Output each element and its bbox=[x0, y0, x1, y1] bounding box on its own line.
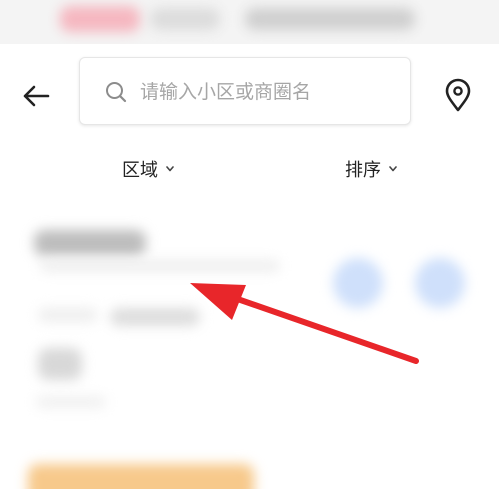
search-icon bbox=[106, 82, 127, 103]
blurred-grey-blob bbox=[150, 8, 220, 30]
blurred-blue-button bbox=[415, 258, 465, 308]
filter-region-label: 区域 bbox=[122, 160, 158, 181]
location-button[interactable] bbox=[441, 78, 475, 114]
blurred-text-line bbox=[38, 308, 98, 322]
blurred-header-strip bbox=[0, 0, 499, 44]
location-pin-icon bbox=[445, 78, 471, 112]
filter-bar: 区域 排序 bbox=[0, 148, 499, 190]
back-button[interactable] bbox=[18, 78, 54, 114]
filter-sort[interactable]: 排序 bbox=[345, 155, 397, 183]
filter-sort-label: 排序 bbox=[345, 160, 381, 181]
blurred-text-line bbox=[36, 396, 106, 408]
blurred-result-list bbox=[0, 196, 499, 489]
blurred-text-line bbox=[110, 308, 200, 326]
blurred-text-line bbox=[40, 260, 280, 272]
blurred-grey-blob bbox=[245, 8, 415, 30]
search-input[interactable] bbox=[138, 75, 402, 109]
back-arrow-icon bbox=[23, 85, 50, 107]
chevron-down-icon bbox=[389, 166, 397, 172]
chevron-down-icon bbox=[166, 166, 174, 172]
filter-region[interactable]: 区域 bbox=[122, 155, 174, 183]
blurred-orange-banner bbox=[28, 464, 254, 489]
search-header bbox=[0, 52, 499, 132]
blurred-title-block bbox=[34, 230, 146, 256]
blurred-small-block bbox=[38, 348, 82, 380]
search-box[interactable] bbox=[79, 57, 411, 125]
blurred-blue-button bbox=[333, 258, 383, 308]
blurred-red-blob bbox=[60, 6, 140, 32]
